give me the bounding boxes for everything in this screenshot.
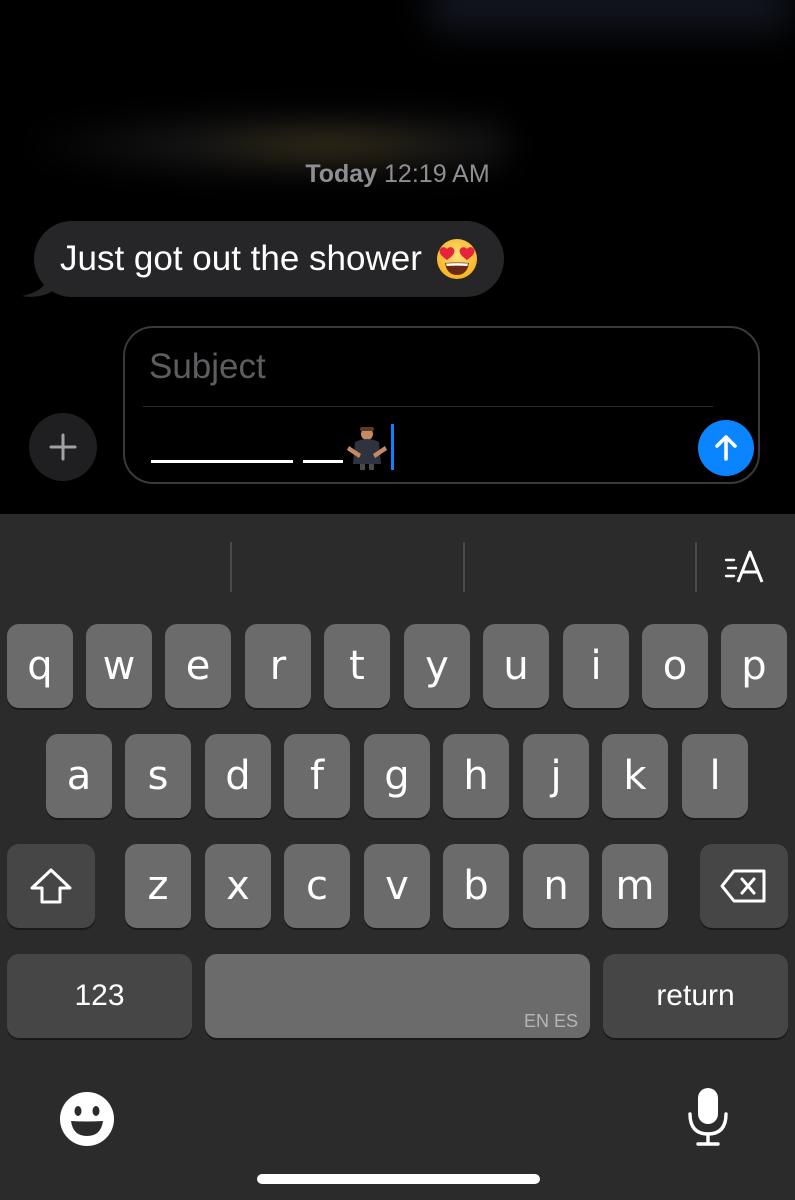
key-f[interactable]: f xyxy=(284,734,350,818)
keyboard: q w e r t y u i o p a s d f g h j k l z … xyxy=(0,514,795,1200)
message-timestamp: Today 12:19 AM xyxy=(0,160,795,189)
key-s[interactable]: s xyxy=(125,734,191,818)
key-q[interactable]: q xyxy=(7,624,73,708)
key-j[interactable]: j xyxy=(523,734,589,818)
key-g[interactable]: g xyxy=(364,734,430,818)
subject-input[interactable] xyxy=(149,342,709,392)
message-text: Just got out the shower xyxy=(60,239,422,278)
return-key[interactable]: return xyxy=(603,954,788,1038)
key-t[interactable]: t xyxy=(324,624,390,708)
numbers-key[interactable]: 123 xyxy=(7,954,192,1038)
key-m[interactable]: m xyxy=(602,844,668,928)
shift-key[interactable] xyxy=(7,844,95,928)
shift-icon xyxy=(30,868,72,904)
suggestion-separator xyxy=(463,542,465,592)
text-cursor xyxy=(391,424,394,470)
timestamp-day: Today xyxy=(305,160,378,188)
key-z[interactable]: z xyxy=(125,844,191,928)
key-h[interactable]: h xyxy=(443,734,509,818)
key-i[interactable]: i xyxy=(563,624,629,708)
space-language-label: EN ES xyxy=(523,1011,578,1031)
key-e[interactable]: e xyxy=(165,624,231,708)
memoji-sticker-icon xyxy=(347,427,387,470)
text-format-button[interactable] xyxy=(718,544,774,592)
message-input[interactable] xyxy=(149,424,689,470)
key-k[interactable]: k xyxy=(602,734,668,818)
message-input-content xyxy=(151,424,394,470)
backspace-icon xyxy=(720,869,766,903)
messages-screen: Today 12:19 AM Just got out the shower S… xyxy=(0,0,795,1200)
arrow-up-icon xyxy=(715,435,737,461)
suggestion-separator xyxy=(230,542,232,592)
key-y[interactable]: y xyxy=(404,624,470,708)
key-c[interactable]: c xyxy=(284,844,350,928)
send-button[interactable] xyxy=(698,420,754,476)
key-b[interactable]: b xyxy=(443,844,509,928)
key-p[interactable]: p xyxy=(721,624,787,708)
key-u[interactable]: u xyxy=(483,624,549,708)
key-l[interactable]: l xyxy=(682,734,748,818)
key-d[interactable]: d xyxy=(205,734,271,818)
home-indicator[interactable] xyxy=(257,1174,540,1184)
plus-icon xyxy=(49,433,77,461)
key-w[interactable]: w xyxy=(86,624,152,708)
key-o[interactable]: o xyxy=(642,624,708,708)
key-v[interactable]: v xyxy=(364,844,430,928)
suggestion-separator xyxy=(695,542,697,592)
space-key[interactable]: EN ES xyxy=(205,954,590,1038)
message-compose-box[interactable] xyxy=(123,326,760,484)
delete-key[interactable] xyxy=(700,844,788,928)
key-r[interactable]: r xyxy=(245,624,311,708)
emoji-keyboard-icon[interactable] xyxy=(58,1090,116,1148)
add-attachment-button[interactable] xyxy=(29,413,97,481)
timestamp-time: 12:19 AM xyxy=(384,160,490,188)
microphone-icon[interactable] xyxy=(684,1086,732,1148)
key-n[interactable]: n xyxy=(523,844,589,928)
text-format-icon xyxy=(724,550,764,583)
key-a[interactable]: a xyxy=(46,734,112,818)
blurred-header-area xyxy=(430,0,790,30)
compose-divider xyxy=(143,406,713,407)
smiling-face-with-heart-eyes-icon xyxy=(436,239,477,279)
incoming-message-bubble[interactable]: Just got out the shower xyxy=(34,221,504,297)
key-x[interactable]: x xyxy=(205,844,271,928)
